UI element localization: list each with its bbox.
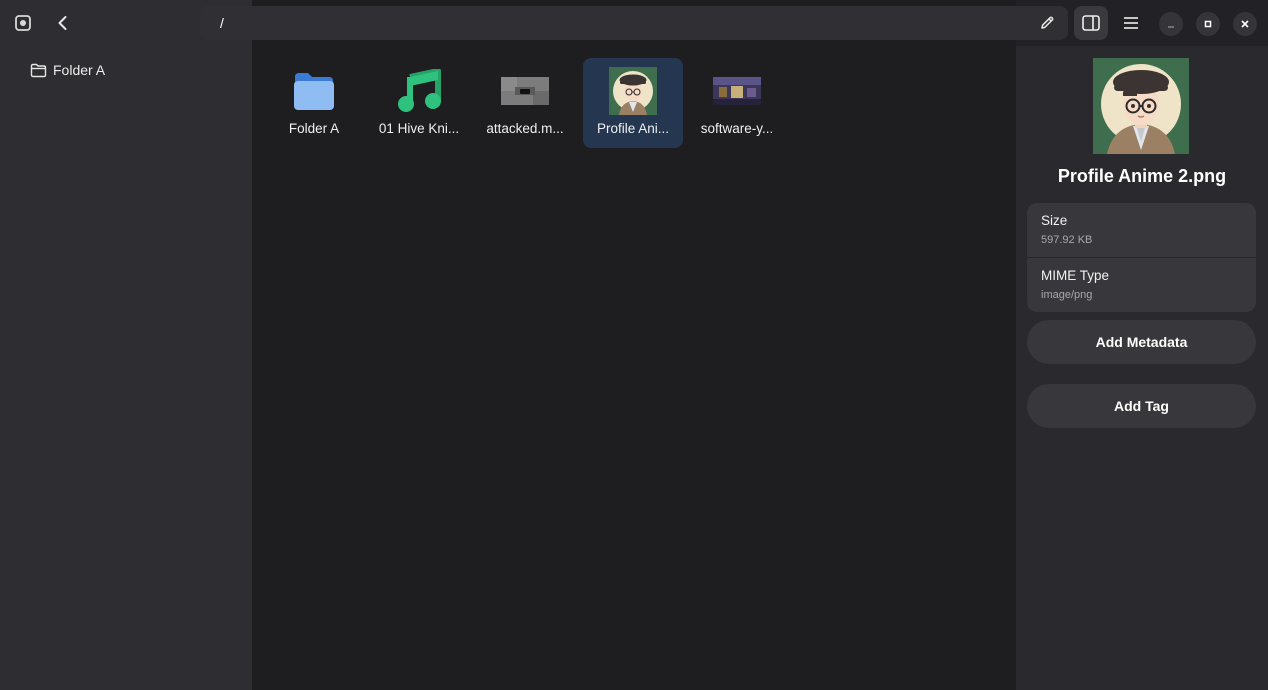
file-name: attacked.m... (486, 121, 564, 136)
property-key: Size (1041, 213, 1068, 228)
main-menu-button[interactable] (1114, 6, 1148, 40)
maximize-button[interactable] (1196, 12, 1220, 36)
thumb (608, 67, 658, 115)
file-tile-audio[interactable]: 01 Hive Kni... (369, 58, 469, 148)
close-icon (1241, 20, 1249, 28)
details-panel: Profile Anime 2.png Size 597.92 KB MIME … (1016, 46, 1268, 690)
file-preview-image (1093, 58, 1189, 154)
avatar-thumbnail (609, 67, 657, 115)
sidebar-item-label: Folder A (53, 62, 106, 78)
folder-icon (294, 73, 334, 110)
add-tag-button[interactable]: Add Tag (1027, 384, 1256, 428)
music-note-icon (398, 69, 441, 112)
file-manager-window: Folder A Folder A 01 Hive Kni... attacke… (0, 0, 1268, 690)
file-name: Profile Ani... (596, 121, 670, 136)
file-tile-folder-a[interactable]: Folder A (264, 58, 364, 148)
thumb (289, 67, 339, 115)
sidebar-item-folder-a[interactable]: Folder A (30, 56, 230, 84)
file-tile-profile-anime[interactable]: Profile Ani... (583, 58, 683, 148)
property-row-mime-type: MIME Type image/png (1027, 257, 1256, 311)
add-metadata-button[interactable]: Add Metadata (1027, 320, 1256, 364)
details-file-name: Profile Anime 2.png (1057, 166, 1227, 186)
minimize-button[interactable] (1159, 12, 1183, 36)
file-name: Folder A (288, 121, 340, 136)
avatar-preview (1093, 58, 1189, 154)
property-row-size: Size 597.92 KB (1027, 203, 1256, 257)
edit-path-button[interactable] (1032, 8, 1062, 38)
toggle-sidebar-button[interactable] (1074, 6, 1108, 40)
file-tile-software[interactable]: software-y... (687, 58, 787, 148)
file-name: software-y... (700, 121, 774, 136)
thumb (712, 67, 762, 115)
folder-outline-icon (30, 63, 47, 77)
pencil-icon (1041, 16, 1054, 29)
thumb (500, 67, 550, 115)
file-tile-attacked[interactable]: attacked.m... (475, 58, 575, 148)
minimize-icon (1168, 26, 1174, 28)
close-button[interactable] (1233, 12, 1257, 36)
property-value: 597.92 KB (1041, 234, 1093, 246)
path-text: / (220, 15, 224, 31)
thumb (394, 67, 444, 115)
hamburger-menu-icon (1124, 17, 1138, 29)
image-thumbnail (713, 77, 761, 105)
sidebar-toggle-icon (1082, 15, 1100, 31)
image-thumbnail (501, 77, 549, 105)
location-bar[interactable]: / (200, 6, 1068, 40)
file-name: 01 Hive Kni... (378, 121, 460, 136)
header-bar: / (0, 0, 1268, 46)
file-properties-list: Size 597.92 KB MIME Type image/png (1027, 203, 1256, 312)
property-value: image/png (1041, 289, 1093, 301)
maximize-icon (1204, 20, 1212, 28)
property-key: MIME Type (1041, 268, 1110, 283)
file-view: Folder A 01 Hive Kni... attacked.m... Pr… (252, 0, 1016, 690)
sidebar: Folder A (0, 0, 252, 690)
